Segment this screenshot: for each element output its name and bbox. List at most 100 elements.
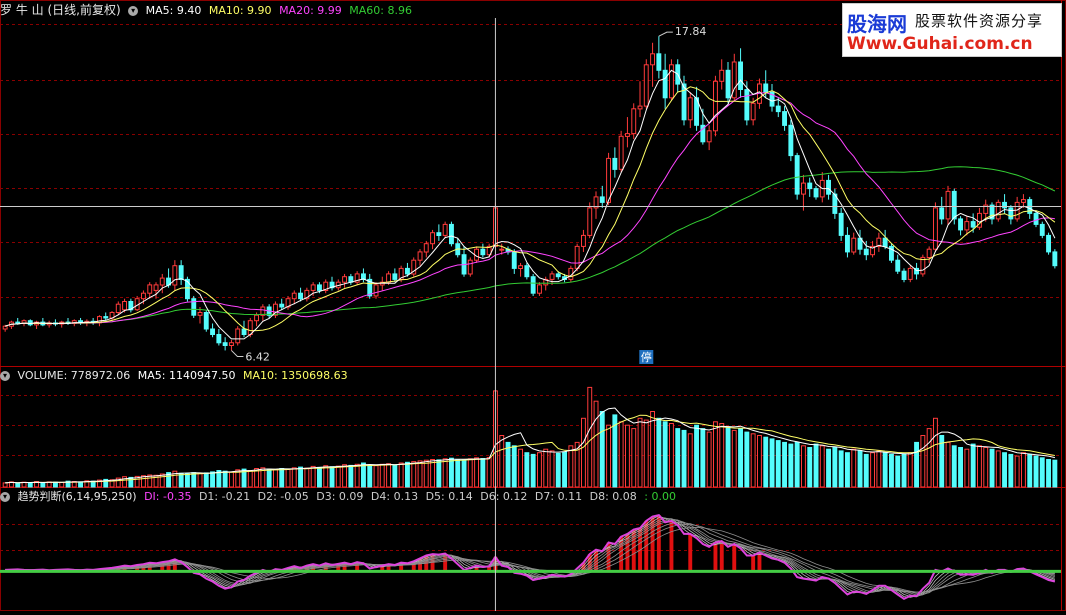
indicator-d1-line [5,515,1056,598]
indicator-bar [719,541,724,572]
candle-body [801,182,806,195]
volume-bar [178,472,184,488]
volume-bar [442,458,448,488]
candle-body [203,312,209,330]
volume-bar [643,419,649,488]
candle-body [719,69,725,82]
volume-bar [964,448,970,488]
candle-body [606,157,611,203]
volume-bar [983,447,989,488]
candle-body [449,223,454,245]
indicator-d2-line [5,517,1056,598]
volume-bar [505,441,511,488]
candle-body [122,301,127,311]
candle-body [1046,234,1051,253]
logo-slogan: 股票软件资源分享 [915,12,1044,30]
volume-bar [700,428,706,488]
candle-body [945,190,951,220]
volume-bar [398,462,404,488]
indicator-d4-line [5,518,1056,596]
volume-bar [945,441,951,488]
candle-body [1008,207,1014,220]
indicator-bar [713,542,718,572]
candle-body [958,218,963,231]
volume-bar [373,465,379,488]
volume-bar [920,435,926,488]
volume-bar [857,450,863,488]
candle-body [254,314,260,322]
volume-bar [197,473,203,488]
volume-bar [1014,455,1020,488]
volume-bar [775,440,781,488]
candle-body [342,276,348,283]
volume-bar [417,460,423,488]
volume-bar [788,443,794,488]
limit-mark-label: 停 [641,350,652,364]
volume-bar [807,447,813,488]
ma20-value: MA20: 9.99 [279,4,342,17]
volume-bar [1008,453,1014,488]
volume-bar [562,451,567,488]
volume-bar [2,482,8,488]
volume-bar [706,431,712,488]
volume-bar [530,453,536,488]
volume-bar [669,423,674,488]
indicator-d3-line [5,518,1056,597]
candle-body [895,259,901,272]
volume-bar [593,400,599,488]
volume-bar [461,459,467,488]
d6-value: D6: 0.12 [480,490,528,503]
price-panel-header: 罗 牛 山 (日线,前复权) ▾ MA5: 9.40 MA10: 9.90 MA… [0,2,416,18]
volume-bar [543,448,549,488]
volume-bar [367,464,373,488]
candle-body [939,207,945,220]
volume-bar [769,438,775,488]
indicator-d5-line [5,519,1056,595]
volume-bar [524,452,530,488]
d4-value: D4: 0.13 [370,490,419,503]
settings-toggle-icon[interactable]: ▾ [128,6,139,16]
candle-body [442,223,448,236]
indicator-bar [688,533,693,572]
volume-ma5-value: MA5: 1140947.50 [137,369,236,382]
candle-body [436,232,442,236]
candle-body [1021,199,1026,203]
volume-bar [411,461,417,488]
volume-bar [995,450,1001,488]
candle-body [467,259,473,275]
volume-ma10-value: MA10: 1350698.63 [242,369,348,382]
volume-bar [851,448,857,488]
volume-value: VOLUME: 778972.06 [17,369,131,382]
high-label: 17.84 [675,25,707,38]
volume-bar [618,421,624,488]
candle-body [423,243,429,253]
volume-bar [951,445,957,488]
candle-body [530,276,536,294]
volume-bar [587,386,593,488]
volume-toggle-icon[interactable]: ▾ [0,371,10,381]
stock-chart[interactable]: 17.84 6.42 停 [0,0,1066,611]
candle-body [574,245,580,269]
indicator-d7-line [5,524,1055,593]
candle-body [172,265,178,286]
indicator-toggle-icon[interactable]: ▾ [0,492,10,502]
volume-bar [511,445,517,488]
candle-body [782,111,787,126]
volume-bar [247,470,253,488]
d5-value: D5: 0.14 [425,490,473,503]
volume-bar [210,471,216,488]
volume-bar [725,426,731,488]
candle-body [706,130,712,143]
volume-bar [1039,457,1045,488]
volume-bar [348,464,354,488]
volume-bar [304,467,310,488]
volume-bar [794,441,800,488]
d2-value: D2: -0.05 [257,490,309,503]
volume-bar [423,459,429,488]
candle-body [807,182,813,190]
volume-bar [832,447,838,488]
volume-bar [1033,455,1039,488]
logo-url: Www.Guhai.com.cn [847,34,1033,54]
stock-title: 罗 牛 山 (日线,前复权) [0,3,121,17]
volume-bar [59,482,65,488]
